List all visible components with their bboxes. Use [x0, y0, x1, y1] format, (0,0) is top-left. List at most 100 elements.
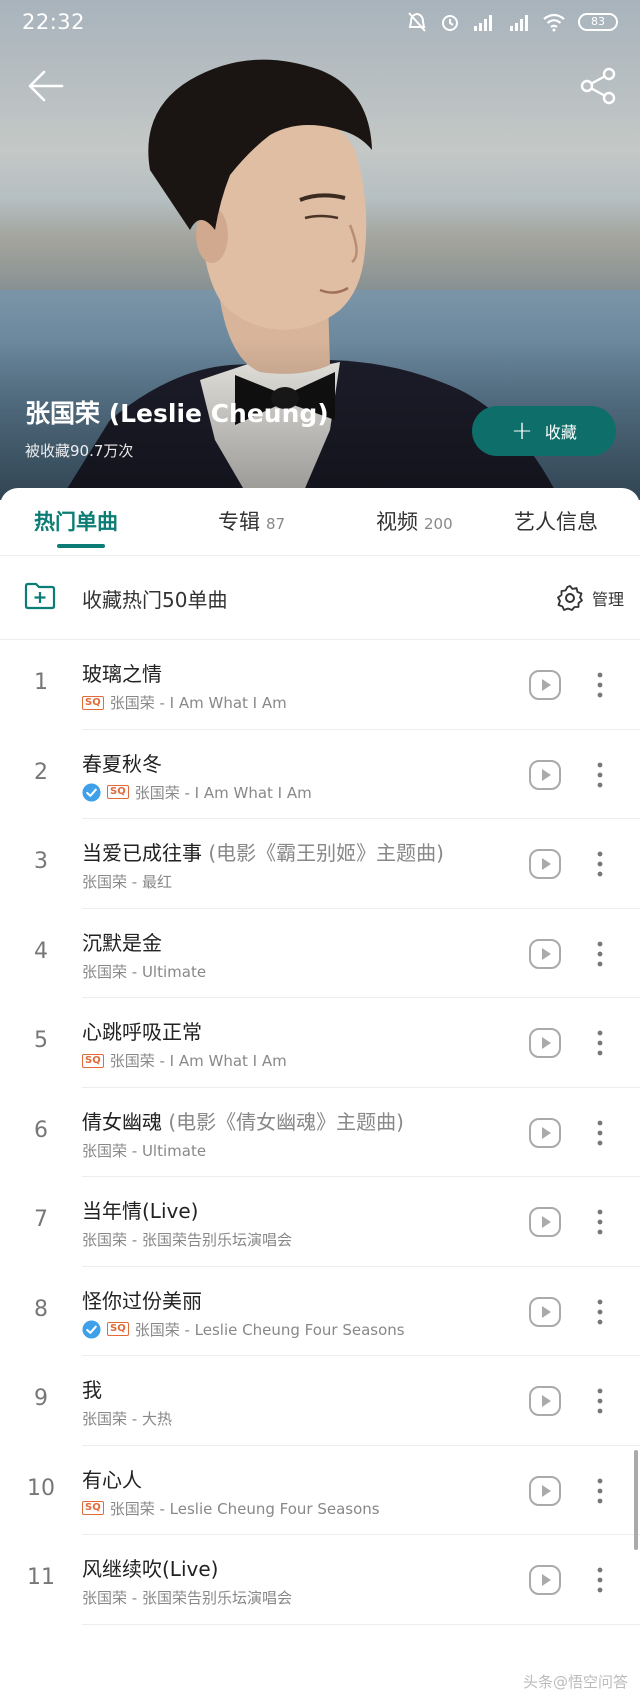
favorite-artist-button[interactable]: + 收藏 — [472, 406, 616, 456]
play-video-icon[interactable] — [528, 1474, 562, 1508]
collect-top50-row[interactable]: 收藏热门50单曲 管理 — [0, 556, 640, 640]
song-artist-album: 张国荣 - Ultimate — [82, 1141, 207, 1160]
song-rank: 1 — [34, 670, 48, 695]
plus-icon: + — [511, 416, 533, 446]
song-row[interactable]: 11 风继续吹(Live) 张国荣 - 张国荣告别乐坛演唱会 — [0, 1535, 640, 1625]
folder-add-icon — [24, 582, 56, 610]
song-title: 玻璃之情 — [82, 658, 162, 687]
scrollbar[interactable] — [634, 1450, 638, 1550]
verified-check-icon — [82, 1319, 101, 1339]
signal-hd-icon — [474, 15, 492, 31]
song-row[interactable]: 9 我张国荣 - 大热 — [0, 1356, 640, 1446]
song-title: 有心人 — [82, 1464, 142, 1493]
tab-label: 视频 — [376, 510, 418, 534]
song-row[interactable]: 1 玻璃之情 SQ 张国荣 - I Am What I Am — [0, 640, 640, 730]
song-title: 心跳呼吸正常 — [82, 1016, 202, 1045]
song-title-text: 心跳呼吸正常 — [82, 1020, 202, 1044]
more-options-icon[interactable] — [592, 1565, 608, 1595]
song-title: 倩女幽魂 (电影《倩女幽魂》主题曲) — [82, 1106, 404, 1135]
song-title: 春夏秋冬 — [82, 748, 162, 777]
song-title-text: 倩女幽魂 — [82, 1109, 162, 1134]
more-options-icon[interactable] — [592, 760, 608, 790]
song-rank: 8 — [34, 1296, 48, 1322]
song-meta: SQ 张国荣 - Leslie Cheung Four Seasons — [82, 1319, 405, 1340]
play-video-icon[interactable] — [528, 847, 562, 881]
song-artist-album: 张国荣 - Ultimate — [82, 962, 207, 981]
verified-check-icon — [82, 782, 101, 802]
more-options-icon[interactable] — [592, 1028, 608, 1058]
song-meta: 张国荣 - 张国荣告别乐坛演唱会 — [82, 1587, 292, 1608]
play-video-icon[interactable] — [528, 1205, 562, 1239]
song-title-text: 风继续吹(Live) — [82, 1557, 219, 1581]
signal-icon — [510, 15, 528, 31]
song-artist-album: 张国荣 - 张国荣告别乐坛演唱会 — [82, 1589, 292, 1607]
collect-top50-label: 收藏热门50单曲 — [82, 588, 228, 612]
active-tab-indicator — [57, 544, 105, 548]
more-options-icon[interactable] — [592, 1297, 608, 1327]
play-video-icon[interactable] — [528, 1384, 562, 1418]
song-title-text: 怪你过份美丽 — [82, 1288, 202, 1313]
song-meta: SQ 张国荣 - I Am What I Am — [82, 1050, 287, 1071]
song-meta: 张国荣 - Ultimate — [82, 1140, 206, 1161]
watermark-text: 头条@悟空问答 — [522, 1673, 628, 1691]
song-rank: 2 — [34, 759, 48, 785]
manage-label: 管理 — [591, 590, 624, 609]
tab-hot-singles[interactable]: 热门单曲 — [34, 506, 118, 536]
more-options-icon[interactable] — [592, 670, 608, 700]
song-subtitle: (电影《霸王别姬》主题曲) — [208, 841, 444, 865]
play-video-icon[interactable] — [528, 758, 562, 792]
song-rank: 6 — [34, 1117, 48, 1143]
tab-label: 艺人信息 — [514, 510, 598, 534]
manage-button[interactable]: 管理 — [556, 584, 624, 612]
song-title: 我 — [82, 1374, 102, 1403]
favorite-button-label: 收藏 — [544, 423, 577, 442]
watermark: 头条@悟空问答 — [523, 1671, 628, 1692]
play-video-icon[interactable] — [528, 1026, 562, 1060]
song-artist-album: 张国荣 - 张国荣告别乐坛演唱会 — [82, 1231, 292, 1249]
play-video-icon[interactable] — [528, 1563, 562, 1597]
more-options-icon[interactable] — [592, 1207, 608, 1237]
more-options-icon[interactable] — [592, 1118, 608, 1148]
play-video-icon[interactable] — [528, 937, 562, 971]
tab-artist-info[interactable]: 艺人信息 — [514, 506, 598, 536]
play-video-icon[interactable] — [528, 668, 562, 702]
song-row[interactable]: 10 有心人 SQ 张国荣 - Leslie Cheung Four Seasons — [0, 1446, 640, 1536]
song-row[interactable]: 5 心跳呼吸正常 SQ 张国荣 - I Am What I Am — [0, 998, 640, 1088]
song-title-text: 当年情(Live) — [82, 1199, 199, 1223]
song-title: 当爱已成往事 (电影《霸王别姬》主题曲) — [82, 837, 444, 866]
song-meta: SQ 张国荣 - I Am What I Am — [82, 692, 287, 713]
song-row[interactable]: 2 春夏秋冬 SQ 张国荣 - I Am What I Am — [0, 730, 640, 820]
sq-quality-badge: SQ — [107, 785, 129, 799]
battery-indicator: 83 — [578, 13, 618, 31]
song-title-text: 玻璃之情 — [82, 662, 162, 686]
sq-quality-badge: SQ — [82, 695, 104, 710]
song-rank: 7 — [34, 1207, 48, 1232]
song-row[interactable]: 3 当爱已成往事 (电影《霸王别姬》主题曲) 张国荣 - 最红 — [0, 819, 640, 909]
tab-albums[interactable]: 专辑 87 — [218, 506, 285, 536]
song-rank: 11 — [27, 1565, 55, 1590]
song-artist-album: 张国荣 - I Am What I Am — [134, 783, 312, 802]
song-row[interactable]: 8 怪你过份美丽 SQ 张国荣 - Leslie Cheung Four Season… — [0, 1267, 640, 1357]
tab-label: 专辑 — [218, 510, 260, 534]
share-icon[interactable] — [578, 66, 618, 106]
play-video-icon[interactable] — [528, 1116, 562, 1150]
status-time: 22:32 — [22, 10, 86, 34]
song-title: 当年情(Live) — [82, 1195, 198, 1224]
song-rank: 5 — [34, 1028, 48, 1053]
song-row[interactable]: 7 当年情(Live) 张国荣 - 张国荣告别乐坛演唱会 — [0, 1177, 640, 1267]
song-meta: SQ 张国荣 - I Am What I Am — [82, 782, 312, 803]
gear-icon — [557, 585, 583, 611]
play-video-icon[interactable] — [528, 1295, 562, 1329]
back-arrow-icon[interactable] — [26, 66, 66, 106]
song-title-text: 有心人 — [82, 1467, 142, 1492]
song-row[interactable]: 6 倩女幽魂 (电影《倩女幽魂》主题曲) 张国荣 - Ultimate — [0, 1088, 640, 1178]
more-options-icon[interactable] — [592, 849, 608, 879]
song-title-text: 沉默是金 — [82, 930, 162, 955]
more-options-icon[interactable] — [592, 1386, 608, 1416]
more-options-icon[interactable] — [592, 1476, 608, 1506]
song-subtitle: (电影《倩女幽魂》主题曲) — [168, 1109, 404, 1134]
song-row[interactable]: 4 沉默是金 张国荣 - Ultimate — [0, 909, 640, 999]
artist-hero: 22:32 83 张国荣 (Leslie Cheung) 被收藏90.7万次 +… — [0, 0, 640, 500]
more-options-icon[interactable] — [592, 939, 608, 969]
tab-videos[interactable]: 视频 200 — [376, 506, 453, 536]
